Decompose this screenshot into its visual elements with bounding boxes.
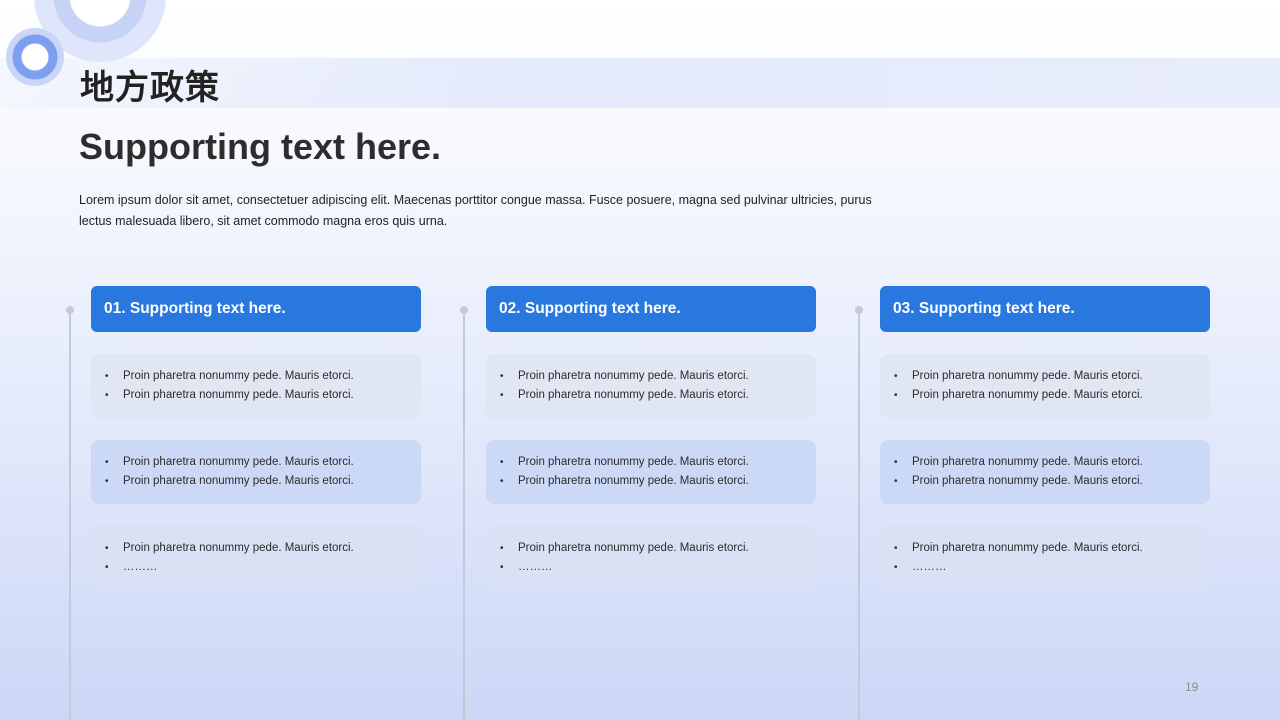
bullet-text: Proin pharetra nonummy pede. Mauris etor… — [912, 475, 1143, 487]
bullet-icon: • — [894, 476, 898, 487]
bullet-icon: • — [105, 371, 109, 382]
bullet-text: Proin pharetra nonummy pede. Mauris etor… — [518, 389, 749, 401]
timeline-dot-1 — [66, 306, 74, 314]
bullet-icon: • — [105, 390, 109, 401]
timeline-dot-2 — [460, 306, 468, 314]
bullet-icon: • — [894, 371, 898, 382]
bullet-text: Proin pharetra nonummy pede. Mauris etor… — [912, 456, 1143, 468]
bullet-text: Proin pharetra nonummy pede. Mauris etor… — [518, 475, 749, 487]
decorative-ring-small — [6, 28, 64, 86]
content-card: • Proin pharetra nonummy pede. Mauris eto… — [91, 354, 421, 418]
column-header: 01. Supporting text here. — [91, 286, 421, 332]
bullet-text: Proin pharetra nonummy pede. Mauris etor… — [123, 456, 354, 468]
bullet-icon: • — [500, 543, 504, 554]
page-number: 19 — [1185, 680, 1199, 694]
timeline-dot-3 — [855, 306, 863, 314]
bullet-item: • Proin pharetra nonummy pede. Mauris eto… — [105, 453, 421, 472]
bullet-item: • Proin pharetra nonummy pede. Mauris eto… — [894, 367, 1210, 386]
bullet-item: • Proin pharetra nonummy pede. Mauris eto… — [500, 386, 816, 405]
bullet-item: • Proin pharetra nonummy pede. Mauris eto… — [500, 539, 816, 558]
content-card: • Proin pharetra nonummy pede. Mauris eto… — [880, 440, 1210, 504]
bullet-icon: • — [500, 457, 504, 468]
bullet-text: Proin pharetra nonummy pede. Mauris etor… — [912, 542, 1143, 554]
bullet-icon: • — [500, 390, 504, 401]
bullet-icon: • — [105, 543, 109, 554]
bullet-item: • Proin pharetra nonummy pede. Mauris eto… — [894, 453, 1210, 472]
bullet-item: • Proin pharetra nonummy pede. Mauris eto… — [894, 472, 1210, 491]
content-card: • Proin pharetra nonummy pede. Mauris eto… — [486, 354, 816, 418]
bullet-item: • Proin pharetra nonummy pede. Mauris eto… — [500, 472, 816, 491]
bullet-text: ……… — [518, 561, 553, 573]
bullet-icon: • — [500, 562, 504, 573]
bullet-text: Proin pharetra nonummy pede. Mauris etor… — [518, 456, 749, 468]
content-card: • Proin pharetra nonummy pede. Mauris eto… — [91, 526, 421, 590]
bullet-text: Proin pharetra nonummy pede. Mauris etor… — [123, 370, 354, 382]
bullet-text: Proin pharetra nonummy pede. Mauris etor… — [123, 542, 354, 554]
bullet-item: • Proin pharetra nonummy pede. Mauris eto… — [105, 386, 421, 405]
content-card: • Proin pharetra nonummy pede. Mauris eto… — [91, 440, 421, 504]
bullet-item: • Proin pharetra nonummy pede. Mauris eto… — [894, 539, 1210, 558]
bullet-icon: • — [894, 562, 898, 573]
bullet-icon: • — [500, 371, 504, 382]
bullet-item: • Proin pharetra nonummy pede. Mauris eto… — [894, 386, 1210, 405]
timeline-line-3 — [858, 310, 860, 720]
bullet-text: Proin pharetra nonummy pede. Mauris etor… — [912, 389, 1143, 401]
timeline-line-1 — [69, 310, 71, 720]
bullet-item: • ……… — [105, 558, 421, 577]
column-3: 03. Supporting text here. • Proin pharetr… — [880, 286, 1210, 590]
bullet-item: • Proin pharetra nonummy pede. Mauris eto… — [105, 472, 421, 491]
bullet-icon: • — [894, 543, 898, 554]
column-header: 02. Supporting text here. — [486, 286, 816, 332]
bullet-item: • Proin pharetra nonummy pede. Mauris eto… — [105, 539, 421, 558]
slide-subtitle: Supporting text here. — [79, 126, 442, 167]
column-1: 01. Supporting text here. • Proin pharetr… — [91, 286, 421, 590]
bullet-text: ……… — [123, 561, 158, 573]
bullet-icon: • — [105, 562, 109, 573]
bullet-icon: • — [105, 457, 109, 468]
page-title: 地方政策 — [80, 68, 220, 108]
bullet-text: Proin pharetra nonummy pede. Mauris etor… — [123, 389, 354, 401]
bullet-text: Proin pharetra nonummy pede. Mauris etor… — [912, 370, 1143, 382]
bullet-icon: • — [894, 390, 898, 401]
column-2: 02. Supporting text here. • Proin pharetr… — [486, 286, 816, 590]
bullet-icon: • — [105, 476, 109, 487]
bullet-icon: • — [894, 457, 898, 468]
bullet-text: ……… — [912, 561, 947, 573]
column-header: 03. Supporting text here. — [880, 286, 1210, 332]
content-card: • Proin pharetra nonummy pede. Mauris eto… — [486, 526, 816, 590]
bullet-item: • Proin pharetra nonummy pede. Mauris eto… — [105, 367, 421, 386]
content-card: • Proin pharetra nonummy pede. Mauris eto… — [880, 526, 1210, 590]
content-card: • Proin pharetra nonummy pede. Mauris eto… — [880, 354, 1210, 418]
bullet-item: • Proin pharetra nonummy pede. Mauris eto… — [500, 453, 816, 472]
bullet-text: Proin pharetra nonummy pede. Mauris etor… — [518, 542, 749, 554]
timeline-line-2 — [463, 310, 465, 720]
bullet-item: • Proin pharetra nonummy pede. Mauris eto… — [500, 367, 816, 386]
bullet-text: Proin pharetra nonummy pede. Mauris etor… — [123, 475, 354, 487]
bullet-text: Proin pharetra nonummy pede. Mauris etor… — [518, 370, 749, 382]
bullet-item: • ……… — [500, 558, 816, 577]
bullet-item: • ……… — [894, 558, 1210, 577]
bullet-icon: • — [500, 476, 504, 487]
content-card: • Proin pharetra nonummy pede. Mauris eto… — [486, 440, 816, 504]
slide-body-text: Lorem ipsum dolor sit amet, consectetuer… — [79, 193, 872, 228]
